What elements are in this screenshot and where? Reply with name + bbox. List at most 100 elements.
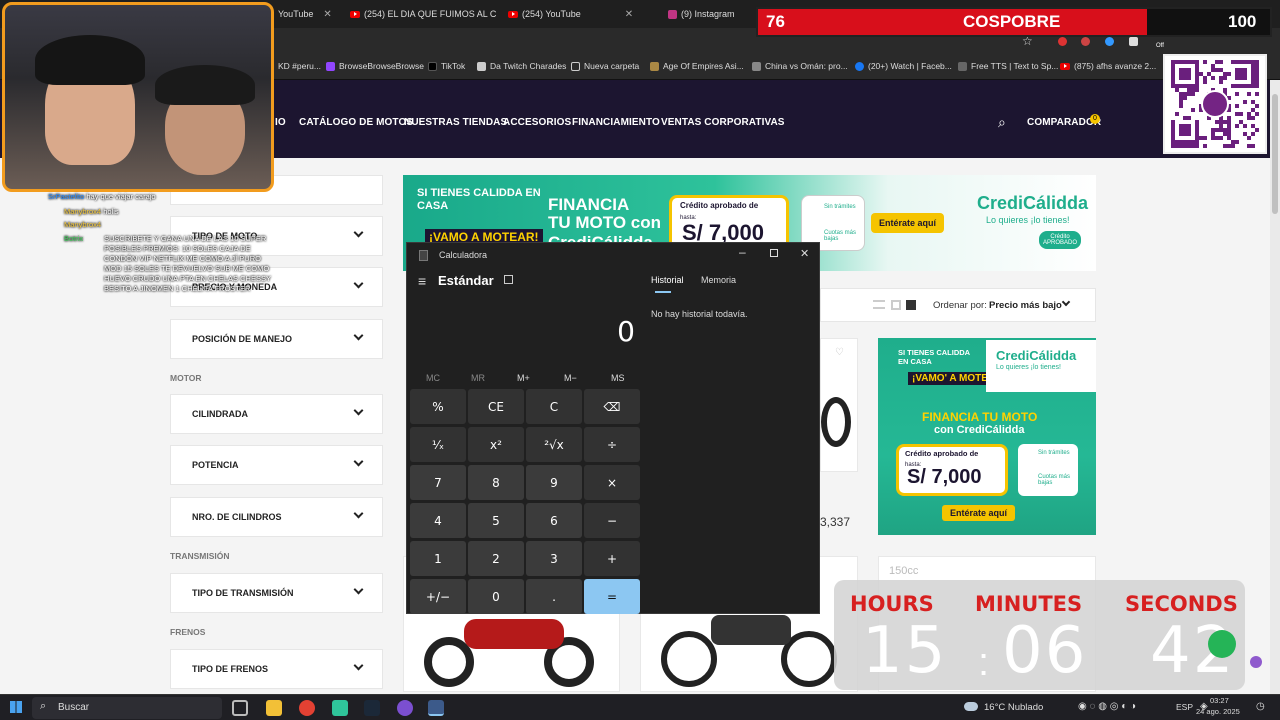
tab-instagram[interactable]: (9) Instagram <box>668 4 758 24</box>
calculator-taskbar-icon[interactable] <box>428 700 444 716</box>
chrome-icon[interactable] <box>299 700 315 716</box>
key-negate-button[interactable]: +/− <box>410 579 466 614</box>
steam-icon[interactable] <box>364 700 380 716</box>
app-icon[interactable] <box>332 700 348 716</box>
close-icon[interactable]: ✕ <box>800 247 809 260</box>
promo-enterate-button[interactable]: Entérate aquí <box>942 505 1016 521</box>
key-reciprocal-button[interactable]: ¹⁄ₓ <box>410 427 466 462</box>
memory-store-button[interactable]: MS <box>611 373 625 383</box>
weather-text[interactable]: 16°C Nublado <box>984 702 1043 713</box>
language-indicator[interactable]: ESP <box>1176 702 1193 712</box>
filter-cilindros[interactable]: NRO. DE CILINDROS <box>170 497 383 537</box>
tab-youtube[interactable]: YouTube ✕ <box>278 4 336 24</box>
key-five-button[interactable]: 5 <box>468 503 524 538</box>
bookmark[interactable]: (20+) Watch | Faceb... <box>855 61 952 71</box>
bookmark[interactable]: China vs Omán: pro... <box>752 61 848 71</box>
sort-select[interactable]: Precio más bajo <box>989 300 1062 311</box>
bookmark[interactable]: Age Of Empires Asi... <box>650 61 744 71</box>
filter-potencia[interactable]: POTENCIA <box>170 445 383 485</box>
taskbar-search[interactable]: ⌕ Buscar <box>32 697 222 719</box>
key-square-root-button[interactable]: ²√x <box>526 427 582 462</box>
close-icon[interactable]: ✕ <box>323 9 331 20</box>
filter-transmision[interactable]: TIPO DE TRANSMISIÓN <box>170 573 383 613</box>
filter-cilindrada[interactable]: CILINDRADA <box>170 394 383 434</box>
tray-icons[interactable]: ◉ ◌ ◍ ◎ ◐ ◑ <box>1078 701 1136 712</box>
hamburger-menu-icon[interactable]: ≡ <box>418 273 426 289</box>
clock-time[interactable]: 03:27 <box>1210 696 1229 705</box>
minimize-icon[interactable]: – <box>739 245 746 259</box>
filter-frenos[interactable]: TIPO DE FRENOS <box>170 649 383 689</box>
key-six-button[interactable]: 6 <box>526 503 582 538</box>
key-multiply-button[interactable]: × <box>584 465 640 500</box>
task-view-icon[interactable] <box>232 700 248 716</box>
key-two-button[interactable]: 2 <box>468 541 524 576</box>
key-seven-button[interactable]: 7 <box>410 465 466 500</box>
bookmark[interactable]: Da Twitch Charades <box>477 61 566 71</box>
nav-item-inicio[interactable]: IO <box>275 117 286 128</box>
key-equals-button[interactable]: = <box>584 579 640 614</box>
key-square-button[interactable]: x² <box>468 427 524 462</box>
extension-icon[interactable] <box>1129 37 1138 46</box>
bookmark[interactable]: (875) afhs avanze 2... <box>1060 61 1156 71</box>
grid-view-icon[interactable] <box>891 300 901 310</box>
maximize-icon[interactable] <box>770 249 778 257</box>
key-subtract-button[interactable]: − <box>584 503 640 538</box>
keep-on-top-icon[interactable] <box>504 275 513 284</box>
taskbar-search-label: Buscar <box>58 702 90 713</box>
extension-icon[interactable] <box>1058 37 1067 46</box>
search-icon[interactable]: ⌕ <box>998 114 1006 131</box>
nav-item-financiamiento[interactable]: FINANCIAMIENTO <box>572 117 660 128</box>
extension-icon[interactable] <box>1105 37 1114 46</box>
page-scrollbar[interactable] <box>1270 80 1280 694</box>
nav-item-accesorios[interactable]: ACCESORIOS <box>503 117 571 128</box>
credicalidda-promo[interactable]: SI TIENES CALIDDA EN CASA ¡VAMO' A MOTEA… <box>878 338 1096 535</box>
tab-youtube-2[interactable]: (254) YouTube ✕ <box>508 4 658 24</box>
tab-memoria[interactable]: Memoria <box>701 275 736 285</box>
nav-item-tiendas[interactable]: NUESTRAS TIENDAS <box>404 117 507 128</box>
notification-icon[interactable]: ◷ <box>1256 701 1265 712</box>
bookmark[interactable]: BrowseBrowseBrowse <box>326 61 424 71</box>
compare-icon[interactable]: ♡ <box>835 347 844 358</box>
grid-dense-icon[interactable] <box>906 300 916 310</box>
memory-recall-button[interactable]: MR <box>471 373 485 383</box>
key-four-button[interactable]: 4 <box>410 503 466 538</box>
windows-start-icon[interactable] <box>10 701 22 713</box>
tab-historial[interactable]: Historial <box>651 275 684 285</box>
close-icon[interactable]: ✕ <box>625 9 633 20</box>
bookmark[interactable]: KD #peru... <box>278 61 321 71</box>
filter-posicion[interactable]: POSICIÓN DE MANEJO <box>170 319 383 359</box>
calculator-window[interactable]: Calculadora – ✕ ≡ Estándar 0 MC MR M+ M−… <box>406 242 820 614</box>
key-zero-button[interactable]: 0 <box>468 579 524 614</box>
nav-item-ventas[interactable]: VENTAS CORPORATIVAS <box>661 117 785 128</box>
memory-subtract-button[interactable]: M− <box>564 373 577 383</box>
key-backspace-button[interactable]: ⌫ <box>584 389 640 424</box>
extension-icon[interactable] <box>1081 37 1090 46</box>
key-divide-button[interactable]: ÷ <box>584 427 640 462</box>
scrollbar-thumb[interactable] <box>1272 94 1278 214</box>
tab-el-dia[interactable]: (254) EL DIA QUE FUIMOS AL C <box>350 4 500 24</box>
key-three-button[interactable]: 3 <box>526 541 582 576</box>
whatsapp-icon[interactable] <box>1208 630 1236 658</box>
key-one-button[interactable]: 1 <box>410 541 466 576</box>
key-decimal-button[interactable]: . <box>526 579 582 614</box>
clock-date[interactable]: 24 ago. 2025 <box>1196 707 1240 716</box>
chevron-down-icon[interactable] <box>1061 297 1071 307</box>
file-explorer-icon[interactable] <box>266 700 282 716</box>
obs-icon[interactable] <box>397 700 413 716</box>
key-eight-button[interactable]: 8 <box>468 465 524 500</box>
banner-enterate-button[interactable]: Entérate aquí <box>871 213 945 233</box>
key-clear-entry-button[interactable]: CE <box>468 389 524 424</box>
nav-item-catalogo[interactable]: CATÁLOGO DE MOTOS <box>299 117 413 128</box>
bookmark[interactable]: TikTok <box>428 61 465 71</box>
memory-clear-button[interactable]: MC <box>426 373 440 383</box>
memory-add-button[interactable]: M+ <box>517 373 530 383</box>
bookmark[interactable]: Nueva carpeta <box>571 61 639 71</box>
key-clear-button[interactable]: C <box>526 389 582 424</box>
chat-widget-icon[interactable] <box>1250 656 1262 668</box>
key-percent-button[interactable]: % <box>410 389 466 424</box>
list-view-icon[interactable] <box>873 300 885 309</box>
key-nine-button[interactable]: 9 <box>526 465 582 500</box>
key-add-button[interactable]: + <box>584 541 640 576</box>
product-card[interactable]: ♡ <box>820 338 858 472</box>
bookmark[interactable]: Free TTS | Text to Sp... <box>958 61 1058 71</box>
